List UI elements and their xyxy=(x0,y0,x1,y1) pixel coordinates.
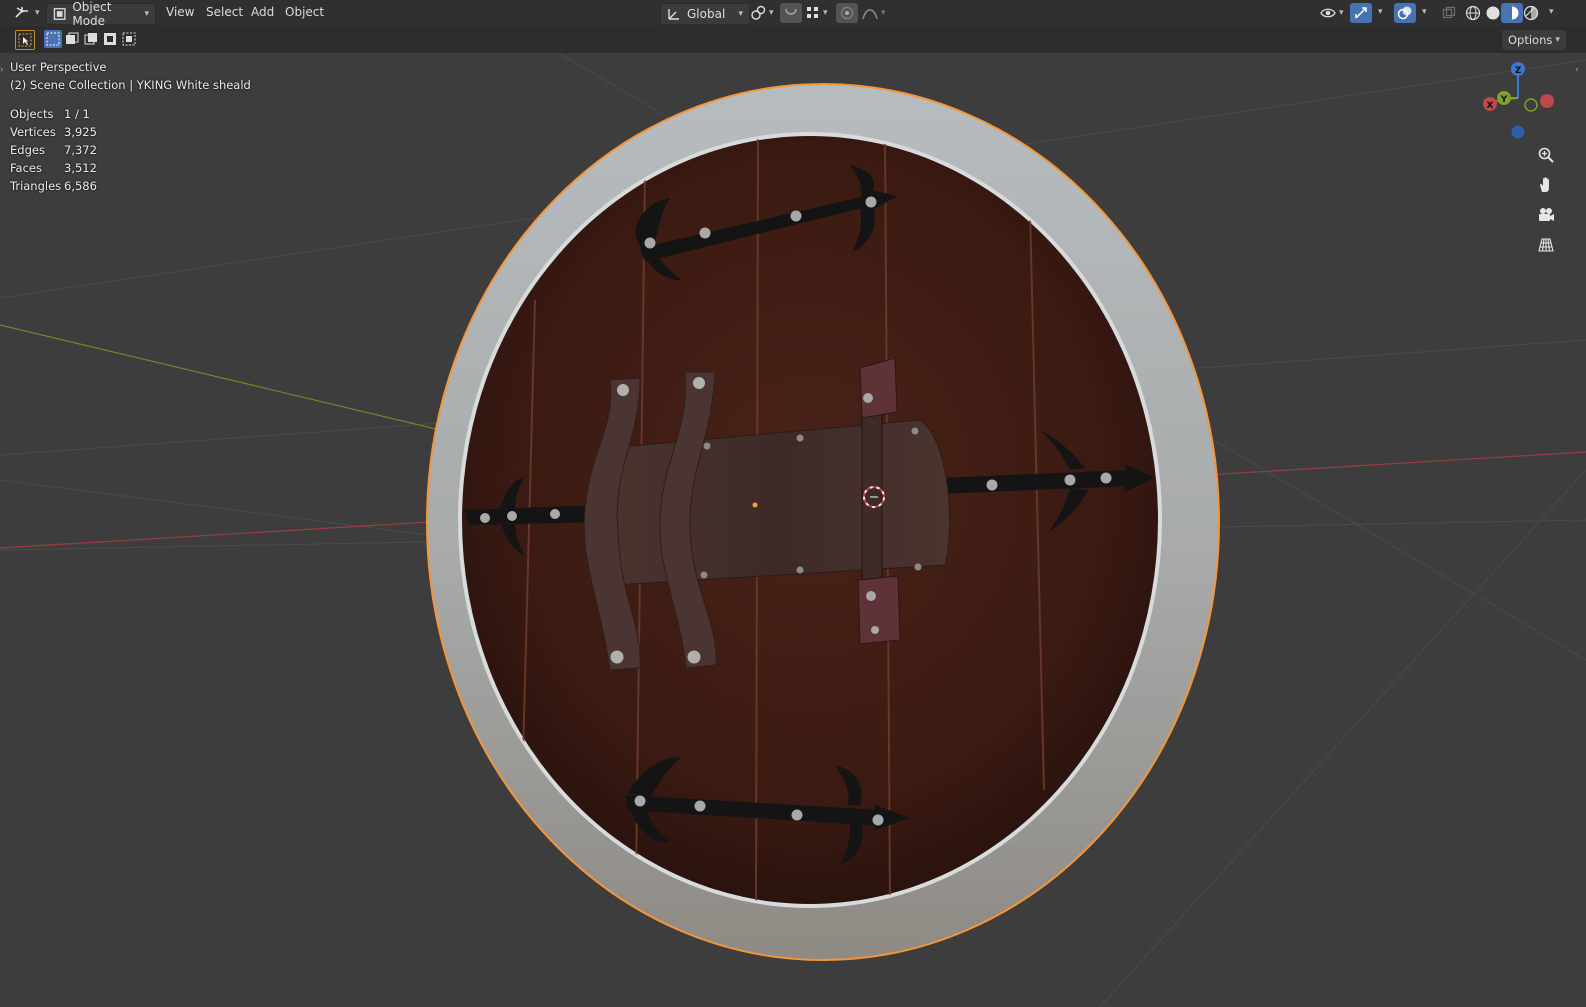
gizmo-toggle[interactable] xyxy=(1350,3,1372,23)
snap-icon xyxy=(785,8,797,15)
zoom-button[interactable] xyxy=(1532,141,1560,169)
menu-add[interactable]: Add xyxy=(251,5,274,19)
3d-viewport[interactable]: User Perspective (2) Scene Collection | … xyxy=(0,53,1586,1007)
tool-settings-bar: Options ▾ xyxy=(0,26,1586,53)
editor-type-selector[interactable]: ▾ xyxy=(8,3,46,23)
orientation-icon xyxy=(668,9,679,20)
toolbar-expand-arrow[interactable]: › xyxy=(0,65,4,75)
stat-row: Objects 1 / 1 xyxy=(10,107,90,121)
perspective-toggle-button[interactable] xyxy=(1532,231,1560,259)
editor-type-icon xyxy=(15,7,28,18)
zoom-icon xyxy=(1538,147,1554,163)
rendered-shading-button[interactable] xyxy=(1520,3,1542,23)
overlay-dropdown[interactable]: ▾ xyxy=(1419,3,1427,17)
visibility-selector[interactable]: ▾ xyxy=(1314,3,1350,23)
view-name: User Perspective xyxy=(10,60,107,74)
neg-z-handle[interactable] xyxy=(1511,125,1525,139)
select-new-icon xyxy=(46,32,60,46)
camera-icon xyxy=(1539,208,1554,221)
pivot-point-selector[interactable]: ▾ xyxy=(744,3,780,23)
select-tool-icon xyxy=(18,33,32,47)
object-mode-icon xyxy=(53,8,66,20)
chevron-down-icon: ▾ xyxy=(1378,7,1383,17)
pan-hand-icon xyxy=(1540,177,1549,192)
select-mode-subtract[interactable] xyxy=(82,30,100,48)
pan-button[interactable] xyxy=(1532,171,1560,199)
material-shading-icon xyxy=(1505,6,1519,20)
menu-view[interactable]: View xyxy=(166,5,194,19)
neg-x-handle[interactable] xyxy=(1540,94,1554,108)
perspective-grid-icon xyxy=(1538,238,1554,252)
snap-toggle[interactable] xyxy=(780,3,802,23)
transform-orientation-selector[interactable]: Global ▾ xyxy=(660,3,750,25)
mode-label: Object Mode xyxy=(72,0,112,28)
viewport-scene[interactable] xyxy=(0,53,1586,1007)
pivot-icon xyxy=(751,5,766,20)
viewport-header: ▾ Object Mode ▾ View Select Add Object G… xyxy=(0,0,1586,28)
gizmo-dropdown[interactable]: ▾ xyxy=(1375,3,1383,17)
select-mode-extend[interactable] xyxy=(63,30,81,48)
camera-view-button[interactable] xyxy=(1532,201,1560,229)
menu-object[interactable]: Object xyxy=(285,5,324,19)
chevron-down-icon: ▾ xyxy=(738,9,743,19)
snap-target-selector[interactable]: ▾ xyxy=(800,3,834,23)
overlay-icon xyxy=(1397,6,1412,20)
wireframe-shading-button[interactable] xyxy=(1462,3,1484,23)
chevron-down-icon: ▾ xyxy=(823,8,828,18)
chevron-down-icon: ▾ xyxy=(1555,35,1560,45)
solid-shading-icon xyxy=(1486,6,1500,20)
xray-toggle[interactable] xyxy=(1438,3,1460,23)
navigation-gizmo[interactable]: Z X Y xyxy=(1478,59,1578,149)
scene-statistics: Objects 1 / 1 Vertices 3,925 Edges 7,372 Fa… xyxy=(10,105,97,195)
xray-icon xyxy=(1442,6,1456,19)
chevron-down-icon: ▾ xyxy=(1339,8,1344,18)
stat-row: Vertices 3,925 xyxy=(10,125,97,139)
y-axis-label: Y xyxy=(1500,95,1508,105)
shield-object[interactable] xyxy=(426,83,1220,961)
chevron-down-icon: ▾ xyxy=(35,8,40,18)
menu-select[interactable]: Select xyxy=(206,5,243,19)
proportional-edit-toggle[interactable] xyxy=(836,3,858,23)
overlay-toggle[interactable] xyxy=(1394,3,1416,23)
select-mode-invert[interactable] xyxy=(101,30,119,48)
options-label: Options xyxy=(1508,33,1553,47)
snap-increment-icon xyxy=(807,7,818,18)
chevron-down-icon: ▾ xyxy=(144,9,149,19)
gizmo-icon xyxy=(1355,7,1367,19)
select-extend-icon xyxy=(66,32,79,44)
orientation-label: Global xyxy=(687,7,726,21)
select-mode-new[interactable] xyxy=(44,30,62,48)
wireframe-shading-icon xyxy=(1465,5,1481,21)
z-axis-label: Z xyxy=(1515,66,1522,76)
collection-info: (2) Scene Collection | YKING White sheal… xyxy=(10,78,251,92)
select-invert-icon xyxy=(104,33,116,45)
stat-row: Faces 3,512 xyxy=(10,161,97,175)
x-axis-label: X xyxy=(1487,101,1494,111)
object-origin xyxy=(752,502,758,508)
mode-selector[interactable]: Object Mode ▾ xyxy=(46,0,156,28)
visibility-icon xyxy=(1320,8,1336,18)
falloff-selector[interactable]: ▾ xyxy=(856,3,892,23)
falloff-icon xyxy=(862,9,878,20)
select-intersect-icon xyxy=(122,32,136,46)
select-mode-intersect[interactable] xyxy=(120,30,138,48)
chevron-down-icon: ▾ xyxy=(1549,7,1554,17)
active-tool-button[interactable] xyxy=(15,30,35,50)
stat-row: Triangles 6,586 xyxy=(10,179,97,193)
select-subtract-icon xyxy=(84,33,97,45)
shading-dropdown[interactable]: ▾ xyxy=(1546,3,1554,17)
chevron-down-icon: ▾ xyxy=(769,8,774,18)
chevron-down-icon: ▾ xyxy=(1422,7,1427,17)
neg-y-handle[interactable] xyxy=(1524,98,1538,112)
options-dropdown[interactable]: Options ▾ xyxy=(1501,29,1567,51)
proportional-edit-icon xyxy=(841,7,853,19)
stat-row: Edges 7,372 xyxy=(10,143,97,157)
rendered-shading-icon xyxy=(1523,5,1539,21)
chevron-down-icon: ▾ xyxy=(881,8,886,18)
